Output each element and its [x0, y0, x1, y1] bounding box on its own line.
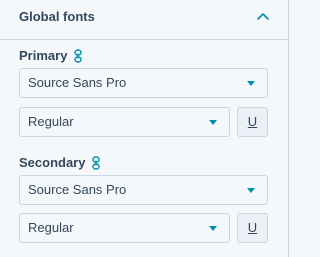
caret-down-icon	[209, 226, 217, 231]
primary-label: Primary	[19, 48, 68, 63]
primary-underline-button[interactable]: U	[237, 107, 268, 137]
secondary-font-family-value: Source Sans Pro	[28, 182, 127, 197]
caret-down-icon	[247, 81, 255, 86]
secondary-label-row: Secondary	[19, 155, 101, 171]
primary-font-family-select[interactable]: Source Sans Pro	[19, 68, 268, 98]
primary-label-row: Primary	[19, 48, 83, 64]
caret-down-icon	[209, 120, 217, 125]
secondary-underline-button[interactable]: U	[237, 213, 268, 243]
underline-icon: U	[247, 220, 258, 235]
section-body: Primary Source Sans Pro Regular U Second…	[0, 40, 289, 257]
chevron-up-icon[interactable]	[255, 8, 271, 24]
primary-font-family-value: Source Sans Pro	[28, 75, 127, 90]
secondary-font-family-select[interactable]: Source Sans Pro	[19, 175, 268, 205]
underline-icon: U	[247, 114, 258, 129]
link-icon[interactable]	[91, 156, 101, 170]
secondary-font-weight-value: Regular	[28, 220, 74, 235]
caret-down-icon	[247, 188, 255, 193]
link-icon[interactable]	[73, 49, 83, 63]
secondary-font-weight-select[interactable]: Regular	[19, 213, 230, 243]
global-fonts-panel: Global fonts Primary Source Sans Pro Reg…	[0, 0, 289, 257]
secondary-label: Secondary	[19, 155, 86, 170]
section-header[interactable]: Global fonts	[0, 0, 289, 40]
primary-font-weight-select[interactable]: Regular	[19, 107, 230, 137]
section-title: Global fonts	[19, 9, 95, 24]
primary-font-weight-value: Regular	[28, 114, 74, 129]
